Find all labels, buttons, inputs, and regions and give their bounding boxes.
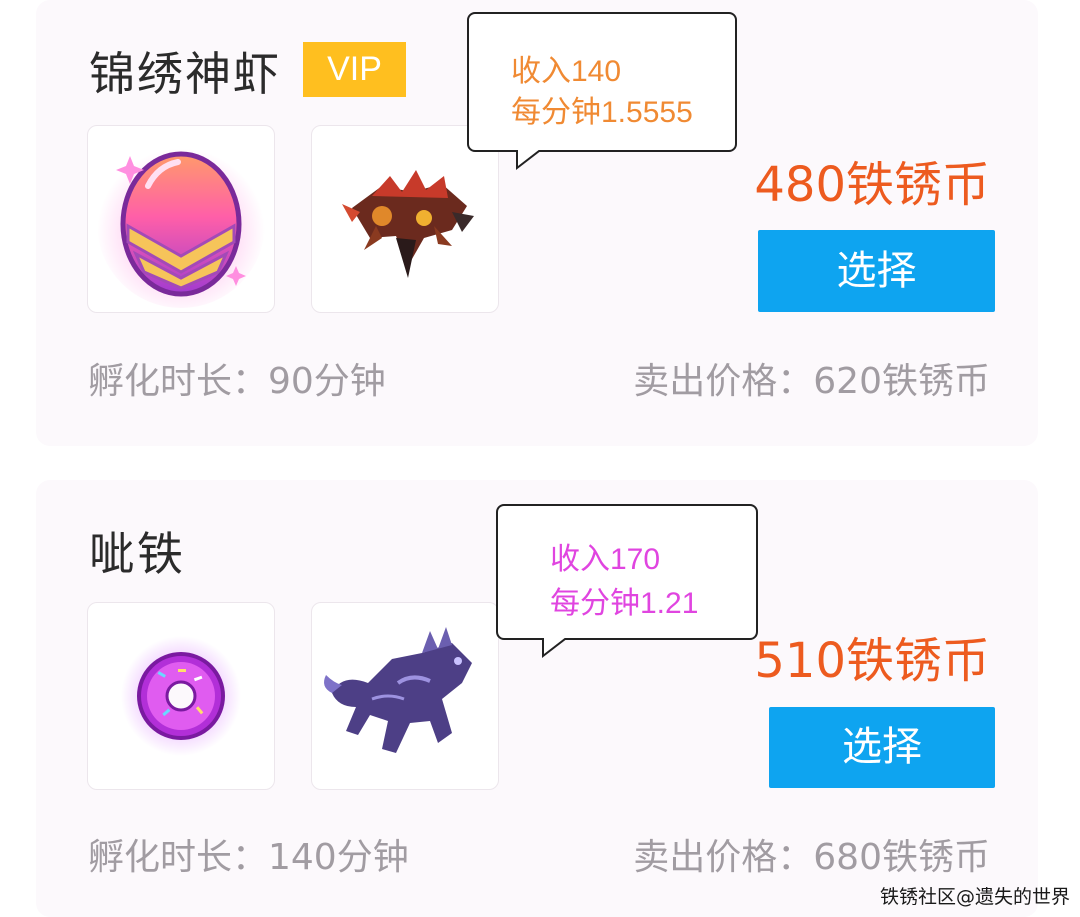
creature-tile — [311, 602, 499, 790]
sell-price: 卖出价格：680铁锈币 — [633, 837, 990, 878]
income-text: 收入140 — [511, 55, 622, 88]
price-label: 480铁锈币 — [754, 157, 990, 213]
pink-gold-egg-icon — [97, 140, 265, 308]
hatch-time: 孵化时长：90分钟 — [88, 361, 386, 402]
creature-tile — [311, 125, 499, 313]
select-button[interactable]: 选择 — [758, 230, 995, 312]
income-tooltip: 收入140 每分钟1.5555 — [467, 12, 737, 152]
egg-tile — [87, 125, 275, 313]
per-minute-text: 每分钟1.5555 — [511, 96, 693, 129]
hatch-time: 孵化时长：140分钟 — [88, 837, 409, 878]
vip-badge: VIP — [303, 42, 406, 97]
purple-dragon-beast-icon — [324, 627, 472, 753]
pet-card-2: 呲铁 收入170 每分钟1.21 510铁锈币 选择 孵化时长：140分钟 卖出… — [36, 480, 1038, 917]
sell-price: 卖出价格：620铁锈币 — [633, 361, 990, 402]
watermark: 铁锈社区@遗失的世界 — [879, 886, 1070, 908]
income-text: 收入170 — [550, 543, 661, 576]
income-tooltip: 收入170 每分钟1.21 — [496, 504, 758, 640]
pet-name: 锦绣神虾 — [89, 47, 281, 101]
pet-name: 呲铁 — [89, 527, 185, 581]
price-label: 510铁锈币 — [754, 633, 990, 689]
select-button[interactable]: 选择 — [769, 707, 995, 788]
egg-tile — [87, 602, 275, 790]
tooltip-tail-fill — [518, 149, 540, 166]
tooltip-tail-fill — [544, 637, 566, 654]
red-armored-shrimp-icon — [342, 170, 474, 278]
per-minute-text: 每分钟1.21 — [550, 587, 699, 620]
pet-card-1: 锦绣神虾 VIP 收入140 每分钟1.5555 480铁锈币 选择 孵化时长：… — [36, 0, 1038, 446]
purple-donut-icon — [121, 636, 241, 756]
